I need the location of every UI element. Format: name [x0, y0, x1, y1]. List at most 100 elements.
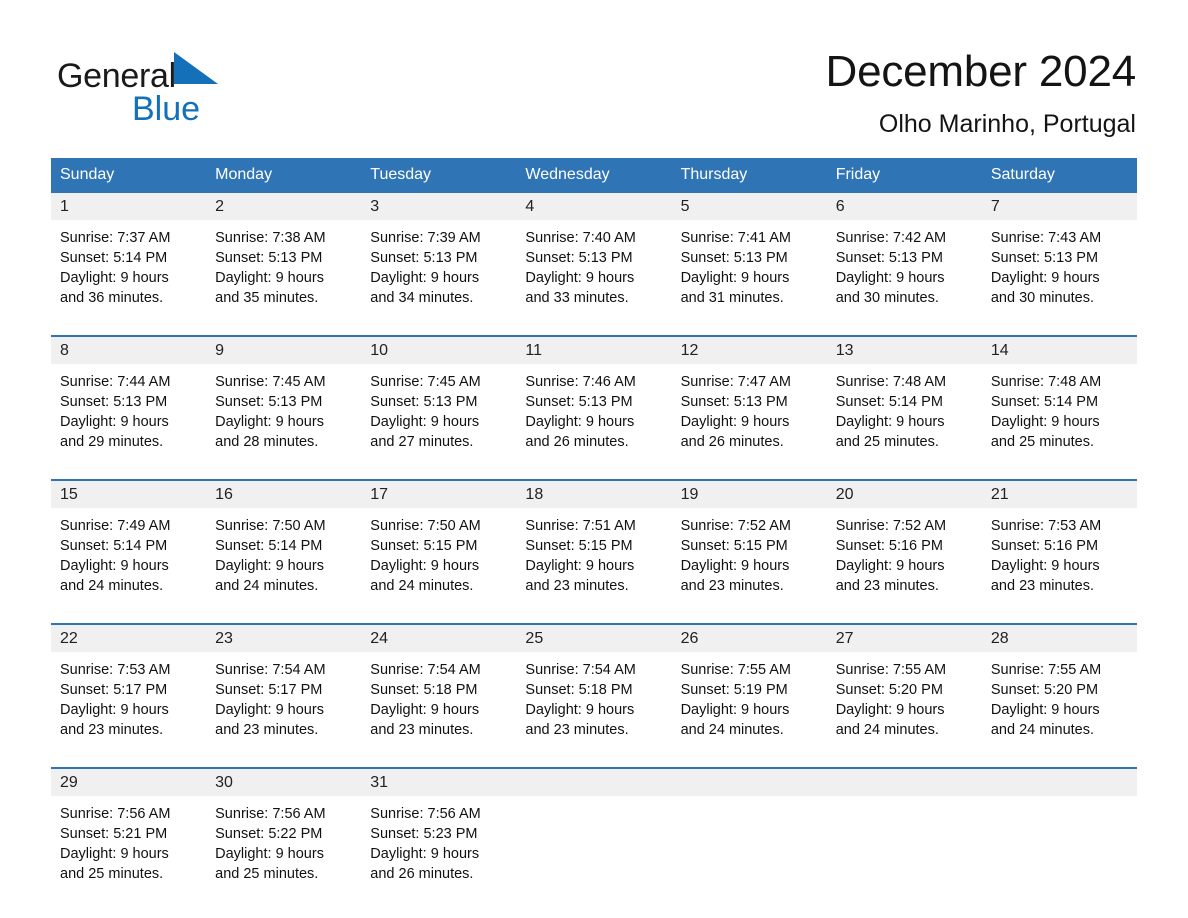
day-number: 30: [206, 769, 362, 796]
day-cell[interactable]: 3 Sunrise: 7:39 AM Sunset: 5:13 PM Dayli…: [361, 193, 517, 324]
calendar-table: Sunday Monday Tuesday Wednesday Thursday…: [51, 158, 1137, 900]
daylight-text-line1: Daylight: 9 hours: [215, 846, 324, 862]
sunrise-text: Sunrise: 7:47 AM: [680, 374, 791, 390]
daylight-text-line2: and 23 minutes.: [990, 578, 1095, 594]
daylight-text-line2: and 24 minutes.: [370, 578, 474, 594]
day-cell[interactable]: 18 Sunrise: 7:51 AM Sunset: 5:15 PM Dayl…: [516, 479, 672, 612]
daylight-text-line2: and 23 minutes.: [60, 722, 164, 738]
week-spacer: [51, 756, 1137, 768]
day-cell[interactable]: 14 Sunrise: 7:48 AM Sunset: 5:14 PM Dayl…: [981, 335, 1137, 468]
day-details: Sunrise: 7:54 AM Sunset: 5:18 PM Dayligh…: [516, 652, 671, 756]
sunrise-text: Sunrise: 7:53 AM: [990, 518, 1102, 534]
day-details: Sunrise: 7:54 AM Sunset: 5:17 PM Dayligh…: [206, 652, 361, 756]
day-cell[interactable]: 6 Sunrise: 7:42 AM Sunset: 5:13 PM Dayli…: [826, 193, 982, 324]
sunset-text: Sunset: 5:16 PM: [835, 538, 943, 554]
day-number: 13: [826, 337, 982, 364]
day-cell[interactable]: 5 Sunrise: 7:41 AM Sunset: 5:13 PM Dayli…: [671, 193, 827, 324]
day-number: [981, 769, 1137, 796]
daylight-text-line1: Daylight: 9 hours: [60, 558, 169, 574]
day-cell[interactable]: 29 Sunrise: 7:56 AM Sunset: 5:21 PM Dayl…: [51, 767, 207, 900]
day-cell[interactable]: 23 Sunrise: 7:54 AM Sunset: 5:17 PM Dayl…: [206, 623, 362, 756]
day-cell[interactable]: 13 Sunrise: 7:48 AM Sunset: 5:14 PM Dayl…: [826, 335, 982, 468]
sunrise-text: Sunrise: 7:45 AM: [370, 374, 481, 390]
day-cell[interactable]: 7 Sunrise: 7:43 AM Sunset: 5:13 PM Dayli…: [981, 193, 1137, 324]
daylight-text-line2: and 27 minutes.: [370, 434, 474, 450]
generalblue-logo[interactable]: General Blue: [57, 52, 317, 132]
day-cell[interactable]: 15 Sunrise: 7:49 AM Sunset: 5:14 PM Dayl…: [51, 479, 207, 612]
day-cell[interactable]: 9 Sunrise: 7:45 AM Sunset: 5:13 PM Dayli…: [206, 335, 362, 468]
week-row: 15 Sunrise: 7:49 AM Sunset: 5:14 PM Dayl…: [51, 479, 1137, 612]
day-details: Sunrise: 7:45 AM Sunset: 5:13 PM Dayligh…: [206, 364, 361, 468]
day-number: 12: [671, 337, 827, 364]
daylight-text-line2: and 34 minutes.: [370, 290, 474, 306]
day-cell[interactable]: 25 Sunrise: 7:54 AM Sunset: 5:18 PM Dayl…: [516, 623, 672, 756]
day-cell[interactable]: 19 Sunrise: 7:52 AM Sunset: 5:15 PM Dayl…: [671, 479, 827, 612]
sunset-text: Sunset: 5:13 PM: [990, 250, 1099, 266]
day-cell[interactable]: 8 Sunrise: 7:44 AM Sunset: 5:13 PM Dayli…: [51, 335, 207, 468]
day-details: Sunrise: 7:55 AM Sunset: 5:20 PM Dayligh…: [982, 652, 1137, 756]
day-number: 6: [826, 193, 982, 220]
sunrise-text: Sunrise: 7:43 AM: [990, 230, 1102, 246]
day-number: [671, 769, 827, 796]
day-cell[interactable]: 10 Sunrise: 7:45 AM Sunset: 5:13 PM Dayl…: [361, 335, 517, 468]
day-cell[interactable]: 24 Sunrise: 7:54 AM Sunset: 5:18 PM Dayl…: [361, 623, 517, 756]
sunset-text: Sunset: 5:15 PM: [370, 538, 478, 554]
daylight-text-line1: Daylight: 9 hours: [370, 558, 480, 574]
daylight-text-line2: and 23 minutes.: [680, 578, 784, 594]
sunrise-text: Sunrise: 7:56 AM: [370, 806, 481, 822]
day-details: Sunrise: 7:56 AM Sunset: 5:22 PM Dayligh…: [206, 796, 361, 900]
day-number: 27: [826, 625, 982, 652]
day-number: 7: [981, 193, 1137, 220]
sunset-text: Sunset: 5:19 PM: [680, 682, 788, 698]
day-cell[interactable]: 20 Sunrise: 7:52 AM Sunset: 5:16 PM Dayl…: [826, 479, 982, 612]
daylight-text-line2: and 31 minutes.: [680, 290, 784, 306]
daylight-text-line2: and 24 minutes.: [60, 578, 164, 594]
sunset-text: Sunset: 5:14 PM: [60, 250, 168, 266]
day-cell[interactable]: 31 Sunrise: 7:56 AM Sunset: 5:23 PM Dayl…: [361, 767, 517, 900]
day-details: Sunrise: 7:50 AM Sunset: 5:15 PM Dayligh…: [361, 508, 516, 612]
page-subtitle: Olho Marinho, Portugal: [878, 110, 1136, 138]
day-details: Sunrise: 7:39 AM Sunset: 5:13 PM Dayligh…: [361, 220, 516, 324]
sunrise-text: Sunrise: 7:37 AM: [60, 230, 171, 246]
day-details: Sunrise: 7:56 AM Sunset: 5:21 PM Dayligh…: [51, 796, 206, 900]
sunrise-text: Sunrise: 7:51 AM: [525, 518, 636, 534]
day-details: Sunrise: 7:41 AM Sunset: 5:13 PM Dayligh…: [672, 220, 827, 324]
day-cell[interactable]: 28 Sunrise: 7:55 AM Sunset: 5:20 PM Dayl…: [981, 623, 1137, 756]
day-number: [516, 769, 672, 796]
day-cell[interactable]: 11 Sunrise: 7:46 AM Sunset: 5:13 PM Dayl…: [516, 335, 672, 468]
day-cell[interactable]: 30 Sunrise: 7:56 AM Sunset: 5:22 PM Dayl…: [206, 767, 362, 900]
sunset-text: Sunset: 5:14 PM: [60, 538, 168, 554]
day-details: Sunrise: 7:55 AM Sunset: 5:20 PM Dayligh…: [827, 652, 982, 756]
day-cell[interactable]: 21 Sunrise: 7:53 AM Sunset: 5:16 PM Dayl…: [981, 479, 1137, 612]
day-cell[interactable]: 22 Sunrise: 7:53 AM Sunset: 5:17 PM Dayl…: [51, 623, 207, 756]
day-details: Sunrise: 7:50 AM Sunset: 5:14 PM Dayligh…: [206, 508, 361, 612]
weekday-header-wednesday: Wednesday: [516, 158, 672, 193]
daylight-text-line2: and 24 minutes.: [990, 722, 1095, 738]
week-spacer: [51, 612, 1137, 624]
day-cell[interactable]: 12 Sunrise: 7:47 AM Sunset: 5:13 PM Dayl…: [671, 335, 827, 468]
day-cell-empty: [826, 767, 982, 900]
week-row: 22 Sunrise: 7:53 AM Sunset: 5:17 PM Dayl…: [51, 623, 1137, 756]
week-spacer: [51, 324, 1137, 336]
sunset-text: Sunset: 5:13 PM: [680, 394, 788, 410]
day-cell-empty: [981, 767, 1137, 900]
day-cell[interactable]: 16 Sunrise: 7:50 AM Sunset: 5:14 PM Dayl…: [206, 479, 362, 612]
daylight-text-line1: Daylight: 9 hours: [835, 558, 945, 574]
day-cell[interactable]: 27 Sunrise: 7:55 AM Sunset: 5:20 PM Dayl…: [826, 623, 982, 756]
sunrise-text: Sunrise: 7:54 AM: [215, 662, 326, 678]
day-cell[interactable]: 1 Sunrise: 7:37 AM Sunset: 5:14 PM Dayli…: [51, 193, 207, 324]
sunset-text: Sunset: 5:21 PM: [60, 826, 168, 842]
daylight-text-line1: Daylight: 9 hours: [680, 702, 790, 718]
day-details: Sunrise: 7:42 AM Sunset: 5:13 PM Dayligh…: [827, 220, 982, 324]
day-cell[interactable]: 2 Sunrise: 7:38 AM Sunset: 5:13 PM Dayli…: [206, 193, 362, 324]
day-number: 20: [826, 481, 982, 508]
day-cell[interactable]: 26 Sunrise: 7:55 AM Sunset: 5:19 PM Dayl…: [671, 623, 827, 756]
sunset-text: Sunset: 5:23 PM: [370, 826, 478, 842]
day-cell[interactable]: 17 Sunrise: 7:50 AM Sunset: 5:15 PM Dayl…: [361, 479, 517, 612]
daylight-text-line1: Daylight: 9 hours: [370, 270, 480, 286]
daylight-text-line1: Daylight: 9 hours: [835, 702, 945, 718]
sunrise-text: Sunrise: 7:52 AM: [680, 518, 791, 534]
weekday-header-tuesday: Tuesday: [361, 158, 517, 193]
day-cell[interactable]: 4 Sunrise: 7:40 AM Sunset: 5:13 PM Dayli…: [516, 193, 672, 324]
daylight-text-line2: and 26 minutes.: [525, 434, 629, 450]
